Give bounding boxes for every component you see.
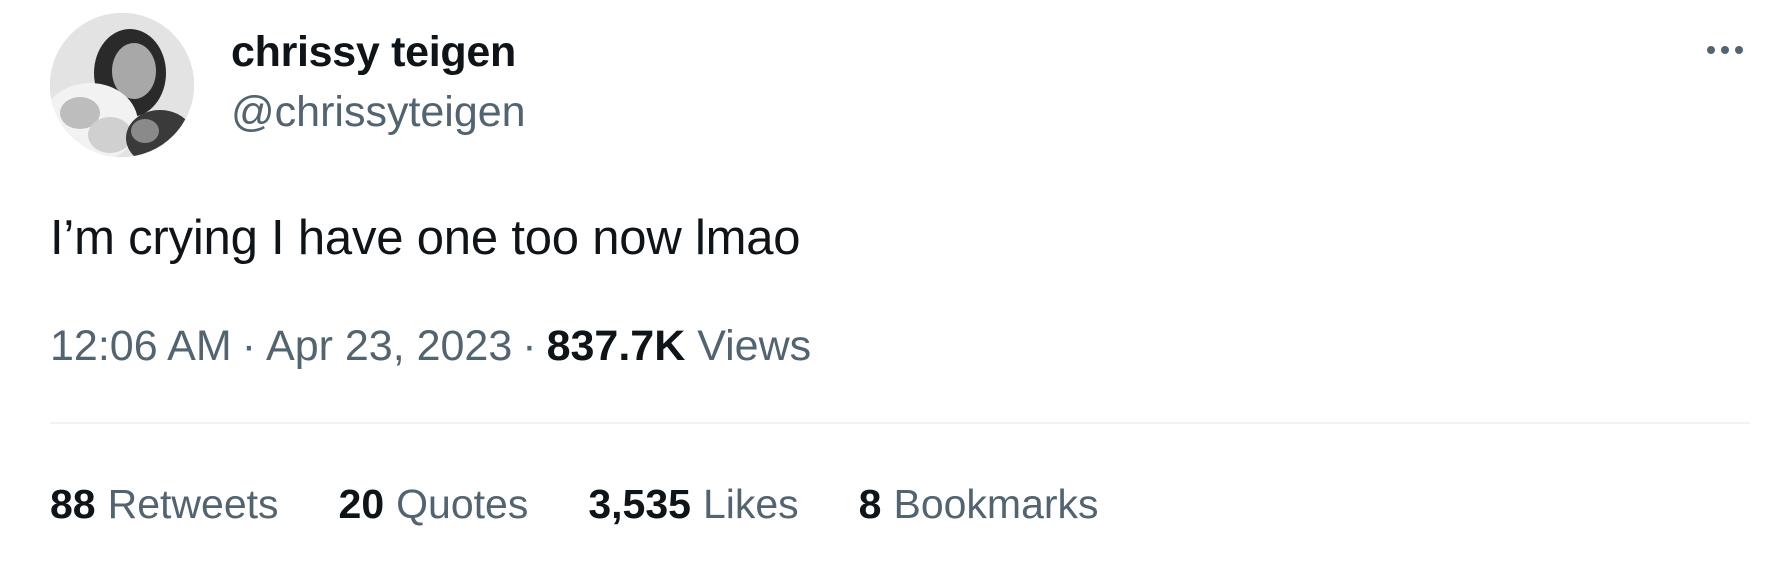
tweet-stats: 88 Retweets 20 Quotes 3,535 Likes 8 Bookmark… [50, 476, 1099, 532]
stat-count: 8 [858, 481, 882, 527]
avatar[interactable] [50, 13, 194, 157]
stat-likes[interactable]: 3,535 Likes [588, 476, 798, 532]
stat-count: 3,535 [588, 481, 691, 527]
tweet-card: chrissy teigen @chrissyteigen I’m crying… [0, 0, 1788, 574]
more-dot [1735, 46, 1743, 54]
meta-separator: · [241, 322, 257, 370]
stat-count: 88 [50, 481, 96, 527]
display-name[interactable]: chrissy teigen [231, 24, 516, 80]
views-count: 837.7K [546, 322, 686, 370]
tweet-meta: 12:06 AM · Apr 23, 2023 · 837.7K Views [50, 318, 811, 374]
stat-label: Quotes [396, 481, 529, 527]
user-handle[interactable]: @chrissyteigen [231, 84, 526, 140]
tweet-date[interactable]: Apr 23, 2023 [266, 322, 512, 370]
tweet-time[interactable]: 12:06 AM [50, 322, 232, 370]
stat-label: Retweets [107, 481, 279, 527]
stat-label: Likes [702, 481, 799, 527]
stat-count: 20 [338, 481, 385, 527]
stat-quotes[interactable]: 20 Quotes [339, 476, 529, 532]
views-label: Views [697, 322, 812, 370]
divider [50, 422, 1750, 424]
stat-label: Bookmarks [893, 481, 1099, 527]
more-options-button[interactable] [1697, 30, 1753, 70]
more-horizontal-icon [1707, 46, 1715, 54]
avatar-image [50, 13, 194, 157]
meta-separator: · [522, 322, 537, 370]
stat-retweets[interactable]: 88 Retweets [50, 476, 279, 532]
tweet-text: I’m crying I have one too now lmao [50, 211, 801, 265]
more-dot [1721, 46, 1729, 54]
stat-bookmarks[interactable]: 8 Bookmarks [859, 476, 1099, 532]
